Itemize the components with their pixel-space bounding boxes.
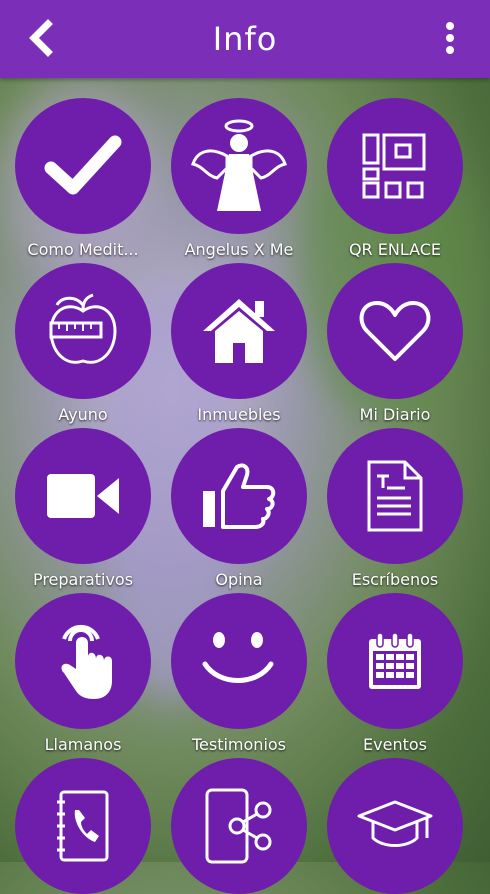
heart-icon — [359, 301, 431, 361]
tile-preparativos[interactable]: Preparativos — [8, 428, 158, 589]
back-button[interactable] — [22, 18, 62, 58]
tile-label: Como Medit... — [27, 240, 139, 259]
tile-label: Preparativos — [32, 570, 134, 589]
apple-measure-icon — [49, 293, 117, 364]
app-bar: Info — [0, 0, 490, 78]
smiley-icon — [202, 632, 274, 683]
tile-share-phone[interactable] — [164, 758, 314, 894]
tile-label: Escríbenos — [351, 570, 439, 589]
phonebook-icon — [57, 790, 109, 862]
tile-circle — [15, 428, 151, 564]
tile-circle — [15, 593, 151, 729]
checkmark-icon — [44, 135, 122, 195]
angel-icon — [191, 119, 287, 211]
qr-code-icon — [362, 133, 426, 199]
tile-qr-enlace[interactable]: QR ENLACE — [320, 98, 470, 259]
overflow-menu-button[interactable] — [438, 18, 462, 58]
tile-como-meditar[interactable]: Como Medit... — [8, 98, 158, 259]
tile-label: Llamanos — [44, 735, 122, 754]
tile-circle — [171, 98, 307, 234]
tile-circle — [327, 263, 463, 399]
tile-label: Testimonios — [191, 735, 287, 754]
tile-inmuebles[interactable]: Inmuebles — [164, 263, 314, 424]
tile-circle — [15, 263, 151, 399]
tile-ayuno[interactable]: Ayuno — [8, 263, 158, 424]
tile-phonebook[interactable] — [8, 758, 158, 894]
tile-eventos[interactable]: Eventos — [320, 593, 470, 754]
tile-circle — [171, 758, 307, 894]
video-camera-icon — [47, 474, 119, 518]
tile-circle — [327, 758, 463, 894]
chevron-left-icon — [29, 19, 53, 57]
tile-education[interactable] — [320, 758, 470, 894]
tile-llamanos[interactable]: Llamanos — [8, 593, 158, 754]
page-title: Info — [212, 20, 278, 58]
home-icon — [203, 299, 275, 363]
tile-circle — [15, 758, 151, 894]
tile-escribenos[interactable]: Escríbenos — [320, 428, 470, 589]
tile-label: Inmuebles — [197, 405, 281, 424]
calendar-icon — [369, 632, 421, 689]
tile-circle — [171, 263, 307, 399]
more-vertical-icon — [446, 22, 454, 54]
tile-label: Mi Diario — [359, 405, 431, 424]
tile-circle — [171, 428, 307, 564]
tile-label: Opina — [215, 570, 263, 589]
tile-circle — [15, 98, 151, 234]
thumbs-up-icon — [203, 463, 276, 529]
tile-circle — [327, 98, 463, 234]
tile-label: Angelus X Me — [184, 240, 294, 259]
tile-label: Eventos — [363, 735, 427, 754]
tile-circle — [327, 593, 463, 729]
tile-angelus-x-me[interactable]: Angelus X Me — [164, 98, 314, 259]
tile-testimonios[interactable]: Testimonios — [164, 593, 314, 754]
tile-mi-diario[interactable]: Mi Diario — [320, 263, 470, 424]
document-icon — [367, 460, 423, 532]
graduation-cap-icon — [357, 800, 433, 847]
tile-label: QR ENLACE — [348, 240, 442, 259]
tile-circle — [327, 428, 463, 564]
share-phone-icon — [205, 788, 272, 864]
tile-label: Ayuno — [58, 405, 108, 424]
tile-opina[interactable]: Opina — [164, 428, 314, 589]
touch-hand-icon — [61, 624, 112, 699]
tile-circle — [171, 593, 307, 729]
